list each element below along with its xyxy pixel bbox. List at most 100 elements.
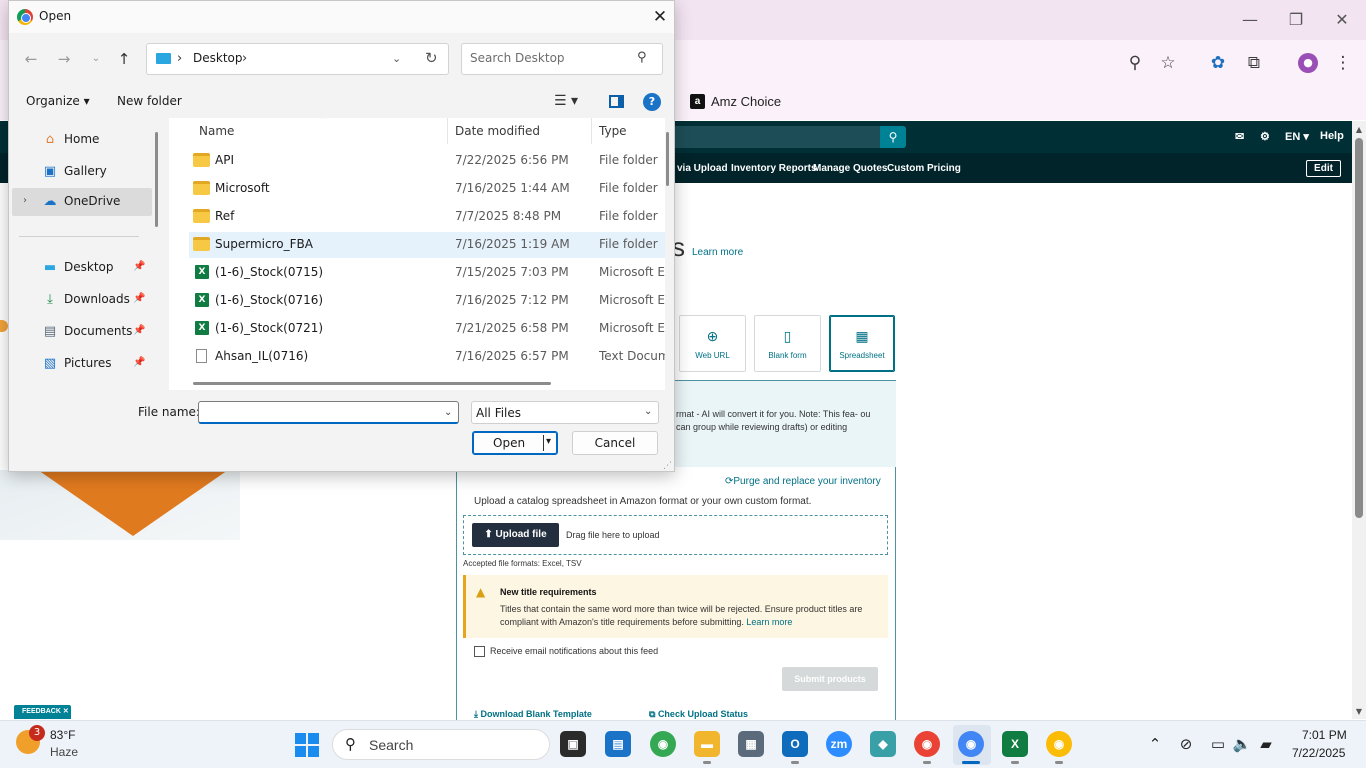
scroll-up-icon[interactable]: ▲ <box>1353 124 1365 136</box>
nav-item-onedrive[interactable]: › ☁ OneDrive <box>12 188 152 216</box>
method-blank-form[interactable]: ▯ Blank form <box>754 315 821 372</box>
minimize-icon[interactable]: — <box>1240 10 1260 30</box>
up-arrow-icon[interactable]: ↑ <box>114 49 134 69</box>
volume-icon[interactable]: 🔈 <box>1232 735 1252 753</box>
method-spreadsheet[interactable]: ▦ Spreadsheet <box>829 315 895 372</box>
clock-date[interactable]: 7/22/2025 <box>1292 746 1345 760</box>
learn-more-link[interactable]: Learn more <box>692 247 743 258</box>
column-separator[interactable] <box>447 118 448 144</box>
gear-icon[interactable]: ⚙ <box>1260 130 1270 143</box>
chrome-profile-icon[interactable]: ◉ <box>1046 731 1072 757</box>
help-link[interactable]: Help <box>1320 130 1344 142</box>
chrome-profile-icon[interactable]: ◉ <box>958 731 984 757</box>
file-type-select[interactable]: All Files ⌄ <box>471 401 659 424</box>
battery-icon[interactable]: ▰ <box>1256 735 1276 753</box>
diamond-app-icon[interactable]: ◆ <box>870 731 896 757</box>
star-icon[interactable]: ☆ <box>1157 52 1179 74</box>
breadcrumb-chevron-icon[interactable]: › <box>242 51 247 66</box>
nav-custom-pricing[interactable]: Custom Pricing <box>887 163 961 174</box>
language-selector[interactable]: EN ▾ <box>1285 130 1309 143</box>
purge-inventory-link[interactable]: ⟳Purge and replace your inventory <box>725 476 881 487</box>
breadcrumb-chevron-icon[interactable]: › <box>177 51 182 66</box>
edit-nav-button[interactable]: Edit <box>1306 160 1341 177</box>
network-off-icon[interactable]: ⊘ <box>1176 735 1196 753</box>
nav-item-desktop[interactable]: ▬ Desktop 📌 <box>9 254 149 282</box>
file-row[interactable]: X (1-6)_Stock(0715) 7/15/2025 7:03 PM Mi… <box>189 260 665 286</box>
nav-item-downloads[interactable]: ⤓ Downloads 📌 <box>9 286 149 314</box>
chrome-profile-icon[interactable]: ◉ <box>914 731 940 757</box>
column-name[interactable]: Name <box>199 124 234 138</box>
forward-arrow-icon[interactable]: → <box>54 49 74 69</box>
address-bar[interactable]: › Desktop › ⌄ ↻ <box>146 43 449 75</box>
search-icon[interactable]: ⚲ <box>880 126 906 148</box>
scroll-down-icon[interactable]: ▼ <box>1353 706 1365 718</box>
view-options-icon[interactable]: ☰ ▾ <box>554 93 578 109</box>
zoom-icon[interactable]: zm <box>826 731 852 757</box>
chevron-right-icon[interactable]: › <box>23 195 27 206</box>
submit-products-button[interactable]: Submit products <box>782 667 878 691</box>
bookmark-amz-choice[interactable]: a Amz Choice <box>690 92 781 110</box>
menu-icon[interactable]: ⋮ <box>1332 52 1354 74</box>
weather-temperature[interactable]: 83°F <box>50 728 75 742</box>
feedback-tab[interactable]: FEEDBACK ✕ <box>14 705 71 719</box>
check-upload-status-link[interactable]: ⧉ Check Upload Status <box>649 709 748 720</box>
taskbar-search[interactable]: ⚲ Search <box>332 729 550 760</box>
column-type[interactable]: Type <box>599 124 627 138</box>
store-icon[interactable]: ▤ <box>605 731 631 757</box>
mail-icon[interactable]: ✉ <box>1235 130 1244 143</box>
weather-description[interactable]: Haze <box>50 745 78 759</box>
extension-icon[interactable]: ✿ <box>1207 52 1229 74</box>
excel-icon[interactable]: X <box>1002 731 1028 757</box>
calculator-icon[interactable]: ▦ <box>738 731 764 757</box>
open-button[interactable]: Open ▾ <box>472 431 558 455</box>
task-view-icon[interactable]: ▣ <box>560 731 586 757</box>
organize-menu[interactable]: Organize ▾ <box>26 94 90 108</box>
restore-icon[interactable]: ❐ <box>1286 10 1306 30</box>
refresh-icon[interactable]: ↻ <box>425 49 438 67</box>
clock-time[interactable]: 7:01 PM <box>1302 728 1347 742</box>
upload-file-button[interactable]: ⬆ Upload file <box>472 523 559 547</box>
amazon-search-input[interactable] <box>640 126 880 148</box>
folder-icon[interactable]: ▬ <box>694 731 720 757</box>
nav-item-documents[interactable]: ▤ Documents 📌 <box>9 318 149 346</box>
file-row[interactable]: X (1-6)_Stock(0716) 7/16/2025 7:12 PM Mi… <box>189 288 665 314</box>
method-web-url[interactable]: ⊕ Web URL <box>679 315 746 372</box>
back-arrow-icon[interactable]: ← <box>21 49 41 69</box>
nav-item-home[interactable]: ⌂ Home <box>9 126 149 154</box>
open-options-dropdown-icon[interactable]: ▾ <box>546 436 551 447</box>
nav-manage-quotes[interactable]: Manage Quotes <box>813 163 887 174</box>
cancel-button[interactable]: Cancel <box>572 431 658 455</box>
recent-locations-icon[interactable]: ⌄ <box>86 49 106 69</box>
file-row[interactable]: X (1-6)_Stock(0721) 7/21/2025 6:58 PM Mi… <box>189 316 665 342</box>
file-row-selected[interactable]: Supermicro_FBA 7/16/2025 1:19 AM File fo… <box>189 232 665 258</box>
nav-item-pictures[interactable]: ▧ Pictures 📌 <box>9 350 149 378</box>
profile-icon[interactable]: ● <box>1298 53 1318 73</box>
outlook-icon[interactable]: O <box>782 731 808 757</box>
puzzle-icon[interactable]: ⧉ <box>1243 52 1265 74</box>
chevron-down-icon[interactable]: ⌄ <box>444 407 452 418</box>
nav-item-gallery[interactable]: ▣ Gallery <box>9 158 149 186</box>
close-icon[interactable]: ✕ <box>649 6 671 28</box>
nav-inventory-reports[interactable]: Inventory Reports <box>731 163 817 174</box>
nav-via-upload[interactable]: via Upload <box>677 163 728 174</box>
chevron-down-icon[interactable]: ⌄ <box>392 52 401 65</box>
close-window-icon[interactable]: ✕ <box>1332 10 1352 30</box>
warning-learn-more-link[interactable]: Learn more <box>746 617 792 627</box>
chevron-up-icon[interactable]: ⌃ <box>1145 735 1165 753</box>
new-folder-button[interactable]: New folder <box>117 94 182 108</box>
resize-grip-icon[interactable]: ⋰ <box>663 461 672 471</box>
zoom-icon[interactable]: ⚲ <box>1124 52 1146 74</box>
column-date-modified[interactable]: Date modified <box>455 124 540 138</box>
download-template-link[interactable]: ⤓ Download Blank Template <box>474 709 592 720</box>
start-icon[interactable] <box>295 733 319 757</box>
file-name-input[interactable] <box>198 401 459 424</box>
file-row[interactable]: Microsoft 7/16/2025 1:44 AM File folder <box>189 176 665 202</box>
chrome-icon[interactable]: ◉ <box>650 731 676 757</box>
help-icon[interactable]: ? <box>643 93 661 111</box>
page-scroll-thumb[interactable] <box>1355 138 1363 518</box>
file-row[interactable]: API 7/22/2025 6:56 PM File folder <box>189 148 665 174</box>
display-icon[interactable]: ▭ <box>1208 735 1228 753</box>
file-row[interactable]: Ahsan_IL(0716) 7/16/2025 6:57 PM Text Do… <box>189 344 665 370</box>
vertical-scroll-thumb[interactable] <box>666 132 669 186</box>
email-notify-checkbox[interactable] <box>474 646 485 657</box>
